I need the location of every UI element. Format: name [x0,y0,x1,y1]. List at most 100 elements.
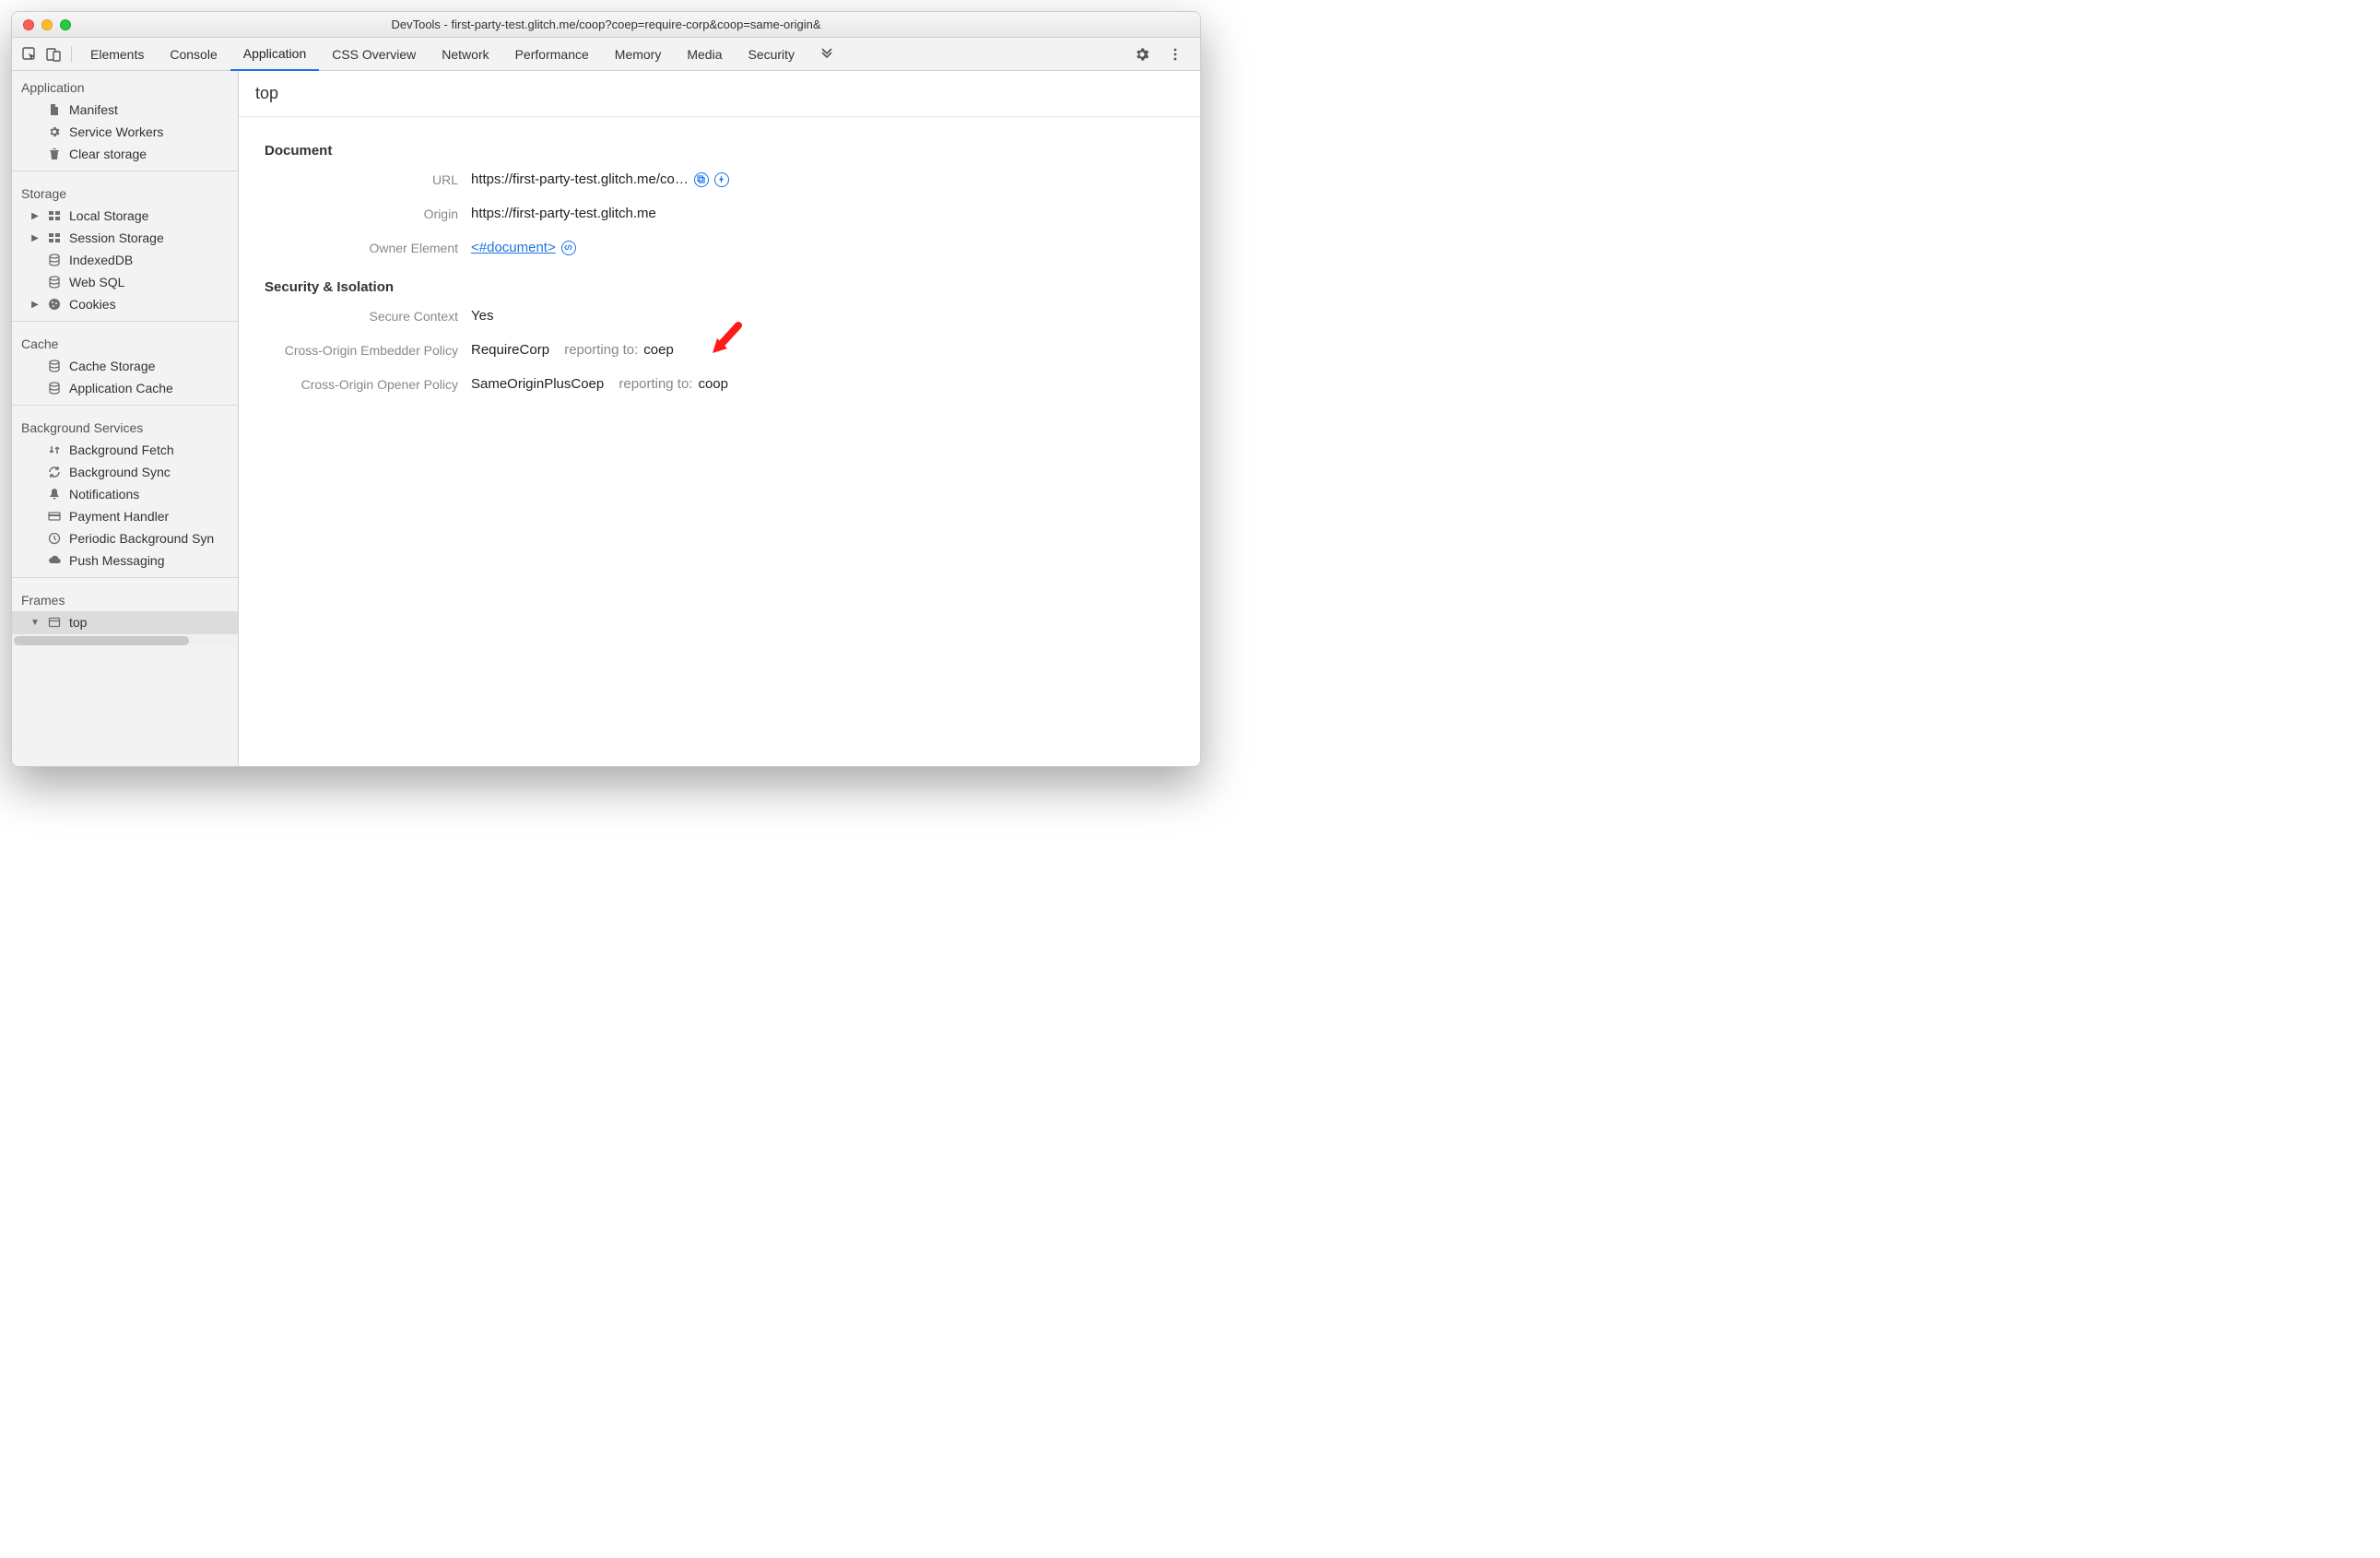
more-tabs-chevron-icon[interactable] [815,42,839,66]
inspect-element-icon[interactable] [18,42,41,66]
sidebar-item-label: Clear storage [69,147,147,161]
disclosure-triangle-icon[interactable]: ▶ [30,300,40,310]
sidebar-item-session-storage[interactable]: ▶ Session Storage [12,227,238,249]
sidebar-item-push-messaging[interactable]: Push Messaging [12,549,238,572]
sidebar-item-top[interactable]: ▼ top [12,611,238,633]
tab-css-overview[interactable]: CSS Overview [319,38,429,71]
bell-icon [47,488,62,501]
sidebar-item-label: Web SQL [69,275,124,289]
file-icon [47,103,62,116]
security-section-heading: Security & Isolation [265,279,1184,295]
close-window-button[interactable] [23,19,34,30]
sidebar-item-payment-handler[interactable]: Payment Handler [12,505,238,527]
main-body: ApplicationManifest Service Workers Clear … [12,71,1200,766]
sidebar-item-label: Application Cache [69,381,173,395]
sidebar-item-label: Service Workers [69,124,163,139]
sidebar-group-storage: Storage [12,177,238,205]
kebab-menu-icon[interactable] [1163,42,1187,66]
disclosure-triangle-icon[interactable]: ▼ [30,618,40,628]
url-row: URL https://first-party-test.glitch.me/c… [265,171,1184,187]
sidebar-group-frames: Frames [12,584,238,611]
coep-value: RequireCorp [471,342,549,358]
sidebar-item-background-sync[interactable]: Background Sync [12,461,238,483]
application-sidebar[interactable]: ApplicationManifest Service Workers Clear … [12,71,239,766]
sidebar-group-application: Application [12,71,238,99]
secure-context-label: Secure Context [265,309,471,324]
sidebar-horizontal-scrollbar[interactable] [12,633,238,646]
sidebar-item-application-cache[interactable]: Application Cache [12,377,238,399]
zoom-window-button[interactable] [60,19,71,30]
cloud-icon [47,554,62,567]
device-toolbar-icon[interactable] [41,42,65,66]
db-icon [47,360,62,372]
sidebar-item-manifest[interactable]: Manifest [12,99,238,121]
card-icon [47,510,62,523]
sidebar-item-label: Session Storage [69,230,164,245]
disclosure-triangle-icon[interactable]: ▶ [30,233,40,243]
clock-icon [47,532,62,545]
panel-tabbar: ElementsConsoleApplicationCSS OverviewNe… [12,38,1200,71]
frame-details-panel: top Document URL https://first-party-tes… [239,71,1200,766]
coop-reporting-value: coop [698,376,728,392]
tab-elements[interactable]: Elements [77,38,157,71]
db-icon [47,254,62,266]
coop-value: SameOriginPlusCoep [471,376,604,392]
sidebar-item-clear-storage[interactable]: Clear storage [12,143,238,165]
tab-media[interactable]: Media [674,38,735,71]
sidebar-item-local-storage[interactable]: ▶ Local Storage [12,205,238,227]
sidebar-item-label: IndexedDB [69,253,133,267]
reveal-elements-icon[interactable] [561,241,576,255]
sidebar-item-label: Local Storage [69,208,148,223]
tab-memory[interactable]: Memory [602,38,675,71]
db-icon [47,382,62,395]
sidebar-item-cookies[interactable]: ▶ Cookies [12,293,238,315]
tab-performance[interactable]: Performance [502,38,602,71]
devtools-window: DevTools - first-party-test.glitch.me/co… [11,11,1201,767]
owner-element-row: Owner Element <#document> [265,240,1184,255]
minimize-window-button[interactable] [41,19,53,30]
sidebar-item-indexeddb[interactable]: IndexedDB [12,249,238,271]
tab-security[interactable]: Security [735,38,807,71]
coep-row: Cross-Origin Embedder Policy RequireCorp… [265,342,1184,358]
origin-value: https://first-party-test.glitch.me [471,206,656,221]
sidebar-item-service-workers[interactable]: Service Workers [12,121,238,143]
swap-icon [47,443,62,456]
secure-context-value: Yes [471,308,493,324]
divider [71,46,72,63]
reveal-network-icon[interactable] [714,172,729,187]
window-titlebar: DevTools - first-party-test.glitch.me/co… [12,12,1200,38]
cookie-icon [47,298,62,311]
tab-console[interactable]: Console [157,38,230,71]
coop-row: Cross-Origin Opener Policy SameOriginPlu… [265,376,1184,392]
copy-url-icon[interactable] [694,172,709,187]
coep-reporting-value: coep [643,342,674,358]
gear-icon [47,125,62,138]
sidebar-item-notifications[interactable]: Notifications [12,483,238,505]
origin-row: Origin https://first-party-test.glitch.m… [265,206,1184,221]
grid-icon [47,209,62,222]
sidebar-item-label: Cookies [69,297,116,312]
sidebar-item-background-fetch[interactable]: Background Fetch [12,439,238,461]
owner-element-link[interactable]: <#document> [471,240,556,255]
coep-label: Cross-Origin Embedder Policy [265,343,471,358]
tab-network[interactable]: Network [429,38,501,71]
grid-icon [47,231,62,244]
frame-name-heading: top [239,71,1200,117]
sidebar-item-periodic-background-syn[interactable]: Periodic Background Syn [12,527,238,549]
sidebar-item-web-sql[interactable]: Web SQL [12,271,238,293]
url-label: URL [265,172,471,187]
db-icon [47,276,62,289]
sidebar-item-label: top [69,615,87,630]
sidebar-item-cache-storage[interactable]: Cache Storage [12,355,238,377]
frame-details-body[interactable]: Document URL https://first-party-test.gl… [239,117,1200,766]
panel-tabs: ElementsConsoleApplicationCSS OverviewNe… [77,38,807,71]
settings-gear-icon[interactable] [1130,42,1154,66]
disclosure-triangle-icon[interactable]: ▶ [30,211,40,221]
coop-reporting-label: reporting to: [619,376,692,392]
window-title: DevTools - first-party-test.glitch.me/co… [12,18,1200,31]
tab-application[interactable]: Application [230,38,320,71]
traffic-lights [12,19,71,30]
coop-label: Cross-Origin Opener Policy [265,377,471,392]
sidebar-group-cache: Cache [12,327,238,355]
scrollbar-thumb[interactable] [14,636,189,645]
